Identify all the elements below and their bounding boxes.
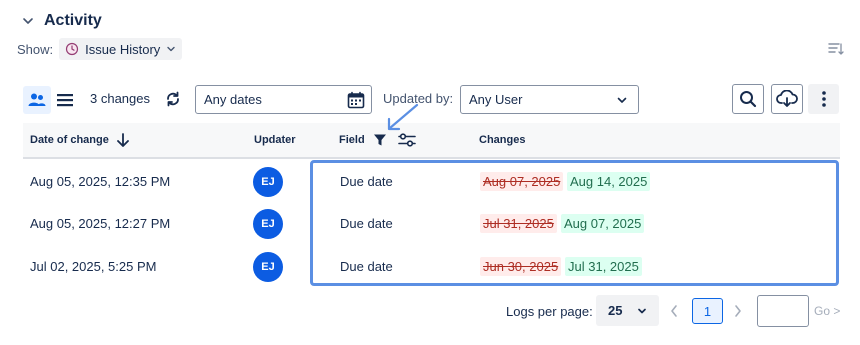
row-date: Jul 02, 2025, 5:25 PM (30, 259, 157, 274)
people-icon (28, 92, 46, 108)
column-header-changes: Changes (479, 134, 526, 146)
old-value: Jun 30, 2025 (480, 257, 562, 276)
more-actions-button[interactable] (808, 84, 839, 114)
row-field: Due date (340, 216, 393, 231)
view-as-list-button[interactable] (51, 86, 79, 114)
user-filter-value: Any User (469, 92, 523, 107)
date-filter-value: Any dates (204, 92, 262, 107)
chevron-down-icon (637, 306, 647, 316)
show-label: Show: (17, 41, 54, 57)
refresh-icon (164, 90, 182, 108)
table-row: Jul 02, 2025, 5:25 PM EJ Due date Jun 30… (23, 245, 840, 288)
logs-per-page-select[interactable]: 25 (596, 295, 659, 326)
goto-page-input[interactable] (757, 295, 809, 327)
chevron-down-icon (616, 94, 628, 106)
avatar[interactable]: EJ (253, 252, 283, 282)
search-button[interactable] (732, 84, 764, 114)
user-filter-select[interactable]: Any User (460, 85, 639, 114)
column-header-updater: Updater (254, 134, 296, 146)
per-page-value: 25 (608, 303, 623, 318)
table-row: Aug 05, 2025, 12:27 PM EJ Due date Jul 3… (23, 202, 840, 245)
download-button[interactable] (771, 84, 803, 114)
pagination: Logs per page: 25 1 Go > (0, 295, 860, 327)
new-value: Aug 07, 2025 (561, 214, 645, 233)
show-select-value: Issue History (85, 41, 161, 57)
arrow-down-icon[interactable] (116, 132, 130, 148)
changes-count: 3 changes (90, 91, 150, 106)
page-button[interactable]: 1 (692, 298, 723, 324)
avatar[interactable]: EJ (253, 209, 283, 239)
cloud-download-icon (776, 90, 798, 108)
date-filter-field[interactable]: Any dates (195, 85, 372, 114)
view-toggle-group (23, 85, 79, 115)
chevron-down-icon (22, 15, 34, 27)
new-value: Aug 14, 2025 (567, 172, 651, 191)
column-header-date[interactable]: Date of change (30, 134, 109, 146)
row-date: Aug 05, 2025, 12:35 PM (30, 174, 171, 189)
list-icon (56, 92, 74, 108)
row-date: Aug 05, 2025, 12:27 PM (30, 216, 171, 231)
old-value: Jul 31, 2025 (480, 214, 557, 233)
table-row: Aug 05, 2025, 12:35 PM EJ Due date Aug 0… (23, 160, 840, 203)
refresh-button[interactable] (160, 86, 186, 112)
view-by-people-button[interactable] (23, 86, 51, 114)
search-icon (739, 90, 757, 108)
show-select[interactable]: Issue History (59, 38, 183, 60)
avatar[interactable]: EJ (253, 167, 283, 197)
column-header-field: Field (339, 134, 365, 146)
updated-by-label: Updated by: (383, 91, 454, 106)
old-value: Aug 07, 2025 (480, 172, 564, 191)
show-row: Show: Issue History (17, 38, 183, 60)
new-value: Jul 31, 2025 (565, 257, 642, 276)
logs-per-page-label: Logs per page: (506, 304, 593, 319)
row-field: Due date (340, 259, 393, 274)
chevron-left-icon[interactable] (669, 303, 679, 319)
chevron-down-icon (166, 44, 176, 54)
table-header: Date of change Updater Field Changes (23, 123, 840, 159)
sort-list-icon[interactable] (828, 42, 844, 56)
section-title: Activity (44, 12, 102, 29)
go-button[interactable]: Go > (814, 304, 840, 318)
more-vertical-icon (821, 90, 827, 108)
sliders-icon[interactable] (398, 132, 416, 148)
row-field: Due date (340, 174, 393, 189)
clock-icon (65, 42, 79, 56)
filter-icon[interactable] (373, 133, 387, 147)
calendar-icon (347, 91, 365, 109)
chevron-right-icon[interactable] (733, 303, 743, 319)
activity-section-toggle[interactable]: Activity (22, 10, 102, 32)
